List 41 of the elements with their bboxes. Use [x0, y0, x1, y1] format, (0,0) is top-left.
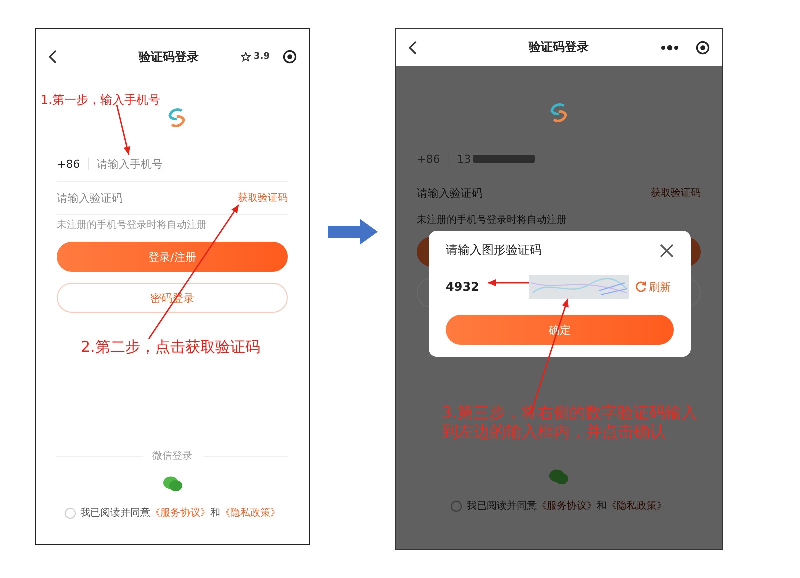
annotation-text: 2.第二步，点击获取验证码 [81, 338, 260, 357]
code-input[interactable]: 请输入验证码 [417, 186, 651, 200]
back-icon[interactable] [48, 50, 57, 64]
country-code: +86 [417, 152, 440, 166]
phone-input[interactable]: 请输入手机号 [97, 158, 288, 170]
get-code-link[interactable]: 获取验证码 [651, 186, 701, 200]
annotation-arrow [116, 104, 131, 156]
hint-text: 未注册的手机号登录时将自动注册 [417, 214, 568, 228]
agreement-link[interactable]: 《隐私政策》 [220, 508, 280, 519]
arrow-right-icon [328, 219, 378, 245]
rating-value: 3.9 [254, 52, 270, 62]
logo-icon [548, 102, 570, 124]
country-code: +86 [57, 158, 80, 170]
more-icon[interactable] [661, 44, 679, 50]
record-icon[interactable] [696, 40, 710, 54]
wechat-login-label: 微信登录 [152, 450, 192, 463]
agree-checkbox[interactable] [451, 500, 462, 512]
screen-title: 验证码登录 [139, 48, 200, 66]
close-icon[interactable] [660, 244, 674, 258]
dialog-title: 请输入图形验证码 [446, 242, 542, 259]
refresh-icon [635, 281, 647, 293]
annotation-text: 3.第三步，将右侧的数字验证码输入到左边的输入框内，并点击确认 [442, 403, 698, 442]
agreement-link[interactable]: 《服务协议》 [150, 508, 210, 519]
refresh-button[interactable]: 刷新 [635, 280, 671, 294]
agreement-text: 我已阅读并同意《服务协议》和《隐私政策》 [80, 506, 280, 520]
login-button[interactable]: 登录/注册 [57, 242, 288, 272]
record-icon[interactable] [282, 50, 297, 64]
annotation-text: 1.第一步，输入手机号 [41, 92, 160, 109]
annotation-arrow [488, 280, 529, 286]
back-icon[interactable] [408, 40, 417, 54]
agreement-text: 我已阅读并同意《服务协议》和《隐私政策》 [467, 500, 667, 513]
code-input[interactable]: 请输入验证码 [57, 192, 238, 204]
screen-title: 验证码登录 [529, 39, 589, 56]
agreement-link[interactable]: 《服务协议》 [537, 501, 597, 512]
get-code-link[interactable]: 获取验证码 [238, 191, 288, 205]
wechat-icon[interactable] [162, 476, 182, 492]
agreement-link[interactable]: 《隐私政策》 [607, 501, 667, 512]
hint-text: 未注册的手机号登录时将自动注册 [57, 219, 208, 233]
star-icon [241, 52, 252, 62]
phone-input[interactable]: 13 [457, 152, 474, 166]
logo-icon [166, 107, 188, 129]
